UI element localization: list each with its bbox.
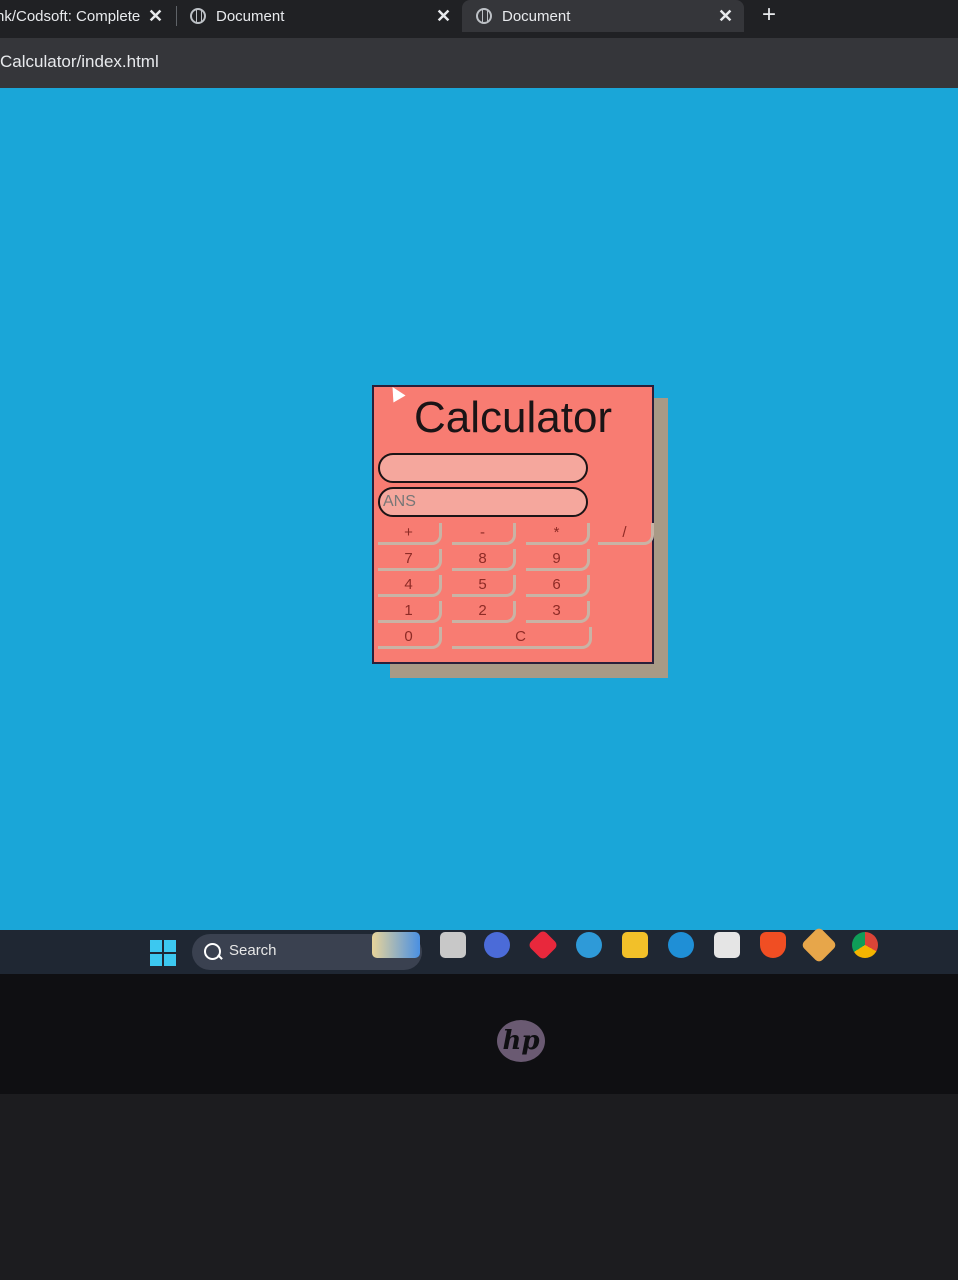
globe-icon	[476, 8, 492, 24]
minus-button[interactable]: -	[452, 523, 516, 545]
laptop-bezel	[0, 974, 958, 1280]
search-label: Search	[229, 942, 277, 959]
close-icon[interactable]: ✕	[148, 6, 163, 27]
meet-icon[interactable]	[484, 932, 510, 958]
one-button[interactable]: 1	[378, 601, 442, 623]
help-icon[interactable]	[576, 932, 602, 958]
edge-icon[interactable]	[668, 932, 694, 958]
multiply-button[interactable]: *	[526, 523, 590, 545]
tab-label: nk/Codsoft: Complete	[0, 7, 141, 25]
six-button[interactable]: 6	[526, 575, 590, 597]
five-button[interactable]: 5	[452, 575, 516, 597]
tab-separator	[176, 6, 177, 26]
file-explorer-icon[interactable]	[622, 932, 648, 958]
globe-icon	[190, 8, 206, 24]
answer-field[interactable]: ANS	[378, 487, 588, 517]
close-icon[interactable]: ✕	[436, 6, 451, 27]
expression-input[interactable]	[378, 453, 588, 483]
task-view-icon[interactable]	[440, 932, 466, 958]
address-bar[interactable]: Calculator/index.html	[0, 38, 958, 88]
seven-button[interactable]: 7	[378, 549, 442, 571]
brave-icon[interactable]	[760, 932, 786, 958]
divide-button[interactable]: /	[598, 523, 654, 545]
laptop-body	[0, 1094, 958, 1280]
four-button[interactable]: 4	[378, 575, 442, 597]
tab-codsoft[interactable]: nk/Codsoft: Complete ✕	[0, 0, 170, 32]
chrome-icon[interactable]	[852, 932, 878, 958]
new-tab-button[interactable]: +	[762, 0, 776, 32]
browser-tab-bar: nk/Codsoft: Complete ✕ Document ✕ Docume…	[0, 0, 958, 38]
plus-button[interactable]: +	[378, 523, 442, 545]
zero-button[interactable]: 0	[378, 627, 442, 649]
two-button[interactable]: 2	[452, 601, 516, 623]
windows-start-icon[interactable]	[150, 940, 176, 966]
tab-document-2[interactable]: Document ✕	[462, 0, 744, 32]
eight-button[interactable]: 8	[452, 549, 516, 571]
tab-label: Document	[502, 7, 571, 25]
clear-button[interactable]: C	[452, 627, 592, 649]
store-icon[interactable]	[714, 932, 740, 958]
url-text[interactable]: Calculator/index.html	[0, 52, 159, 72]
three-button[interactable]: 3	[526, 601, 590, 623]
search-icon	[204, 943, 221, 960]
calculator-title: Calculator	[414, 393, 613, 442]
hp-logo: hp	[497, 1020, 545, 1062]
close-icon[interactable]: ✕	[718, 6, 733, 27]
nine-button[interactable]: 9	[526, 549, 590, 571]
widgets-icon[interactable]	[372, 932, 420, 958]
tab-label: Document	[216, 7, 285, 25]
tab-document-1[interactable]: Document ✕	[190, 0, 460, 32]
calculator-panel: Calculator ANS + - * / 7 8 9 4 5 6 1 2 3…	[372, 385, 654, 664]
